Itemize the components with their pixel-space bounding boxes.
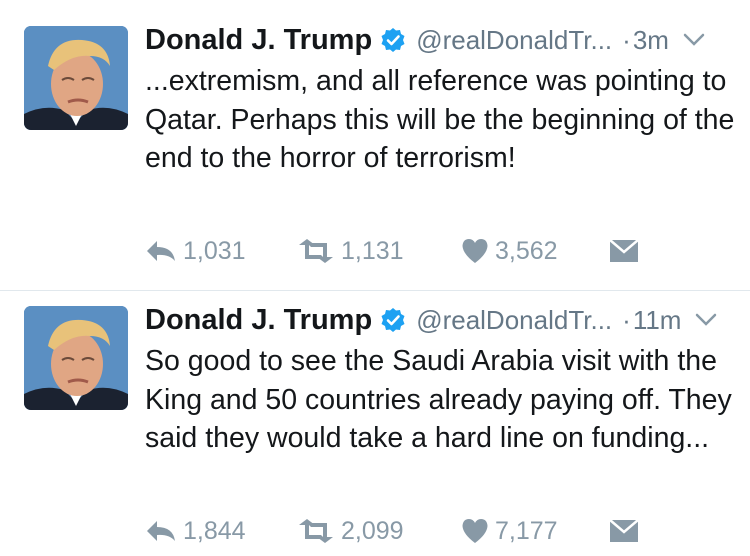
retweet-button[interactable]: 1,131 xyxy=(297,234,404,268)
reply-icon xyxy=(147,241,175,261)
verified-badge-icon xyxy=(380,307,406,333)
reply-button[interactable]: 1,844 xyxy=(145,514,246,548)
author-handle[interactable]: @realDonaldTr... xyxy=(416,25,612,56)
like-button[interactable]: 7,177 xyxy=(461,514,558,548)
timestamp[interactable]: 3m xyxy=(633,25,669,56)
like-count: 7,177 xyxy=(495,516,558,545)
chevron-down-icon[interactable] xyxy=(683,33,705,47)
avatar[interactable] xyxy=(24,306,128,410)
tweet-feed: Donald J. Trump @realDonaldTr... · 3m ..… xyxy=(0,0,750,556)
timestamp[interactable]: 11m xyxy=(633,305,682,336)
direct-message-button[interactable] xyxy=(609,234,639,268)
retweet-icon xyxy=(299,239,333,263)
tweet-text: ...extremism, and all reference was poin… xyxy=(145,65,735,174)
heart-icon xyxy=(462,239,488,263)
reply-button[interactable]: 1,031 xyxy=(145,234,246,268)
like-button[interactable]: 3,562 xyxy=(461,234,558,268)
avatar[interactable] xyxy=(24,26,128,130)
verified-badge-icon xyxy=(380,27,406,53)
reply-icon xyxy=(147,521,175,541)
separator-dot: · xyxy=(622,304,631,335)
reply-count: 1,844 xyxy=(183,516,246,545)
like-count: 3,562 xyxy=(495,236,558,265)
envelope-icon xyxy=(609,239,639,262)
tweet-actions: 1,844 2,099 7,177 xyxy=(145,514,665,548)
envelope-icon xyxy=(609,519,639,542)
author-name[interactable]: Donald J. Trump xyxy=(145,24,372,57)
chevron-down-icon[interactable] xyxy=(695,313,717,327)
tweet[interactable]: Donald J. Trump @realDonaldTr... · 3m ..… xyxy=(0,6,750,276)
author-handle[interactable]: @realDonaldTr... xyxy=(416,305,612,336)
separator-dot: · xyxy=(622,24,631,55)
tweet-text: So good to see the Saudi Arabia visit wi… xyxy=(145,345,732,454)
direct-message-button[interactable] xyxy=(609,514,639,548)
tweet-header: Donald J. Trump @realDonaldTr... · 3m xyxy=(145,20,735,60)
tweet-actions: 1,031 1,131 3,562 xyxy=(145,234,665,268)
author-name[interactable]: Donald J. Trump xyxy=(145,304,372,337)
retweet-count: 1,131 xyxy=(341,236,404,265)
retweet-button[interactable]: 2,099 xyxy=(297,514,404,548)
heart-icon xyxy=(462,519,488,543)
tweet[interactable]: Donald J. Trump @realDonaldTr... · 11m S… xyxy=(0,286,750,556)
reply-count: 1,031 xyxy=(183,236,246,265)
tweet-header: Donald J. Trump @realDonaldTr... · 11m xyxy=(145,300,735,340)
retweet-icon xyxy=(299,519,333,543)
retweet-count: 2,099 xyxy=(341,516,404,545)
